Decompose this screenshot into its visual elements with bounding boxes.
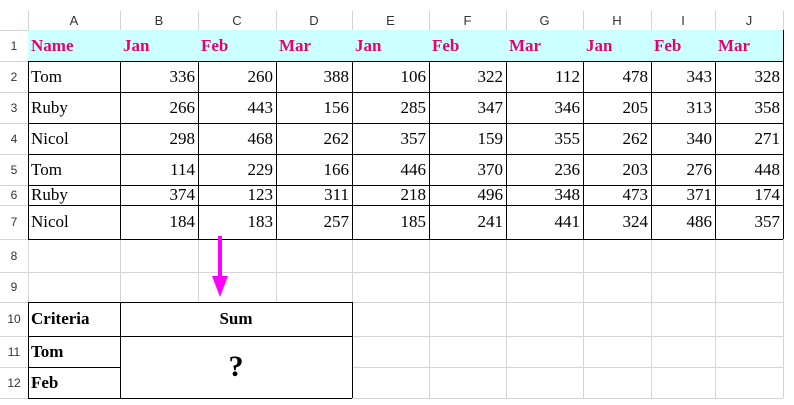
value-cell[interactable]: 123 xyxy=(198,185,276,205)
value-cell[interactable]: 322 xyxy=(429,61,506,92)
value-cell[interactable]: 340 xyxy=(651,123,715,154)
value-cell[interactable]: 184 xyxy=(120,205,198,239)
value-cell[interactable]: 205 xyxy=(583,92,651,123)
value-cell[interactable]: 271 xyxy=(715,123,783,154)
column-header-j[interactable]: J xyxy=(715,11,783,30)
name-cell[interactable]: Tom xyxy=(28,154,120,185)
row-header-4[interactable]: 4 xyxy=(0,123,28,154)
row-header-8[interactable]: 8 xyxy=(0,239,28,272)
header-cell[interactable]: Mar xyxy=(506,30,583,61)
name-cell[interactable]: Ruby xyxy=(28,92,120,123)
value-cell[interactable]: 276 xyxy=(651,154,715,185)
row-header-1[interactable]: 1 xyxy=(0,30,28,61)
name-cell[interactable]: Nicol xyxy=(28,205,120,239)
value-cell[interactable]: 185 xyxy=(352,205,429,239)
row-header-5[interactable]: 5 xyxy=(0,154,28,185)
name-cell[interactable]: Ruby xyxy=(28,185,120,205)
value-cell[interactable]: 183 xyxy=(198,205,276,239)
value-cell[interactable]: 343 xyxy=(651,61,715,92)
header-cell[interactable]: Feb xyxy=(429,30,506,61)
value-cell[interactable]: 371 xyxy=(651,185,715,205)
value-cell[interactable]: 112 xyxy=(506,61,583,92)
value-cell[interactable]: 478 xyxy=(583,61,651,92)
value-cell[interactable]: 159 xyxy=(429,123,506,154)
row-header-6[interactable]: 6 xyxy=(0,185,28,205)
row-header-10[interactable]: 10 xyxy=(0,302,28,336)
value-cell[interactable]: 358 xyxy=(715,92,783,123)
value-cell[interactable]: 229 xyxy=(198,154,276,185)
header-cell[interactable]: Jan xyxy=(583,30,651,61)
value-cell[interactable]: 441 xyxy=(506,205,583,239)
header-cell[interactable]: Jan xyxy=(352,30,429,61)
row-header-11[interactable]: 11 xyxy=(0,336,28,367)
value-cell[interactable]: 311 xyxy=(276,185,352,205)
value-cell[interactable]: 346 xyxy=(506,92,583,123)
value-cell[interactable]: 348 xyxy=(506,185,583,205)
value-cell[interactable]: 203 xyxy=(583,154,651,185)
column-header-e[interactable]: E xyxy=(352,11,429,30)
column-header-d[interactable]: D xyxy=(276,11,352,30)
header-cell[interactable]: Mar xyxy=(715,30,783,61)
value-cell[interactable]: 218 xyxy=(352,185,429,205)
value-cell[interactable]: 285 xyxy=(352,92,429,123)
criteria-name-cell[interactable]: Tom xyxy=(28,336,120,367)
header-cell[interactable]: Mar xyxy=(276,30,352,61)
header-cell[interactable]: Name xyxy=(28,30,120,61)
value-cell[interactable]: 262 xyxy=(583,123,651,154)
value-cell[interactable]: 114 xyxy=(120,154,198,185)
value-cell[interactable]: 374 xyxy=(120,185,198,205)
column-header-h[interactable]: H xyxy=(583,11,651,30)
value-cell[interactable]: 336 xyxy=(120,61,198,92)
name-cell[interactable]: Tom xyxy=(28,61,120,92)
value-cell[interactable]: 324 xyxy=(583,205,651,239)
value-cell[interactable]: 236 xyxy=(506,154,583,185)
column-header-g[interactable]: G xyxy=(506,11,583,30)
column-header-c[interactable]: C xyxy=(198,11,276,30)
criteria-label-cell[interactable]: Criteria xyxy=(28,302,120,336)
value-cell[interactable]: 446 xyxy=(352,154,429,185)
value-cell[interactable]: 486 xyxy=(651,205,715,239)
value-cell[interactable]: 241 xyxy=(429,205,506,239)
value-cell[interactable]: 262 xyxy=(276,123,352,154)
header-cell[interactable]: Feb xyxy=(651,30,715,61)
value-cell[interactable]: 257 xyxy=(276,205,352,239)
value-cell[interactable]: 347 xyxy=(429,92,506,123)
header-cell[interactable]: Feb xyxy=(198,30,276,61)
value-cell[interactable]: 496 xyxy=(429,185,506,205)
column-header-b[interactable]: B xyxy=(120,11,198,30)
spreadsheet: A B C D E F G H I J 1 2 3 4 5 6 7 8 9 10 11 12 Name Jan Feb Mar Ja… xyxy=(0,0,794,405)
criteria-month-cell[interactable]: Feb xyxy=(28,367,120,398)
value-cell[interactable]: 266 xyxy=(120,92,198,123)
value-cell[interactable]: 328 xyxy=(715,61,783,92)
row-header-2[interactable]: 2 xyxy=(0,61,28,92)
value-cell[interactable]: 473 xyxy=(583,185,651,205)
value-cell[interactable]: 468 xyxy=(198,123,276,154)
value-cell[interactable]: 166 xyxy=(276,154,352,185)
value-cell[interactable]: 106 xyxy=(352,61,429,92)
row-header-12[interactable]: 12 xyxy=(0,367,28,398)
value-cell[interactable]: 388 xyxy=(276,61,352,92)
value-cell[interactable]: 357 xyxy=(352,123,429,154)
value-cell[interactable]: 448 xyxy=(715,154,783,185)
row-header-7[interactable]: 7 xyxy=(0,205,28,239)
value-cell[interactable]: 357 xyxy=(715,205,783,239)
value-cell[interactable]: 370 xyxy=(429,154,506,185)
column-header-i[interactable]: I xyxy=(651,11,715,30)
value-cell[interactable]: 443 xyxy=(198,92,276,123)
value-cell[interactable]: 174 xyxy=(715,185,783,205)
sum-header-cell[interactable]: Sum xyxy=(120,302,352,336)
value-cell[interactable]: 260 xyxy=(198,61,276,92)
row-header-3[interactable]: 3 xyxy=(0,92,28,123)
value-cell[interactable]: 313 xyxy=(651,92,715,123)
value-cell[interactable]: 156 xyxy=(276,92,352,123)
sum-result-cell[interactable]: ? xyxy=(120,336,352,398)
column-header-a[interactable]: A xyxy=(28,11,120,30)
value-cell[interactable]: 355 xyxy=(506,123,583,154)
column-header-f[interactable]: F xyxy=(429,11,506,30)
row-header-9[interactable]: 9 xyxy=(0,272,28,302)
name-cell[interactable]: Nicol xyxy=(28,123,120,154)
value-cell[interactable]: 298 xyxy=(120,123,198,154)
header-cell[interactable]: Jan xyxy=(120,30,198,61)
